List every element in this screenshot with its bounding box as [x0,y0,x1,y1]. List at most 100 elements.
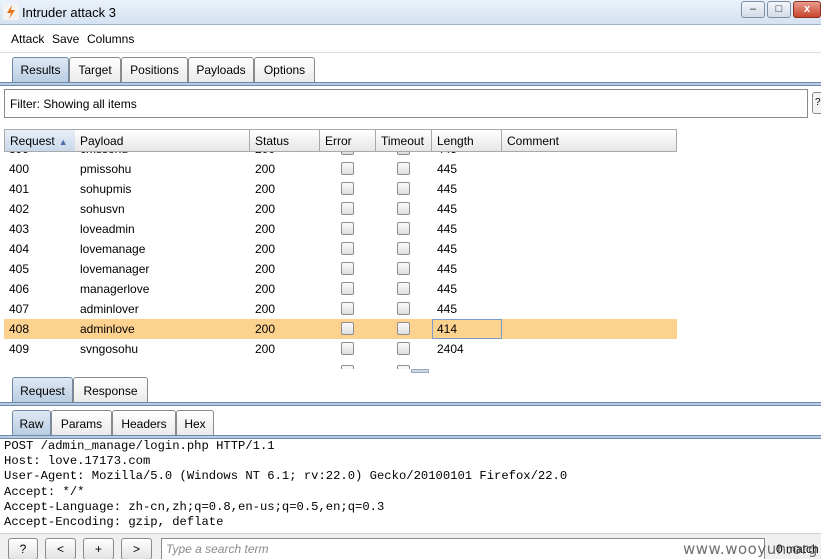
cell-status: 200 [255,322,276,336]
tab-raw[interactable]: Raw [12,410,51,436]
cell-status: 200 [255,222,276,236]
tab-divider [0,402,821,406]
timeout-checkbox [397,365,410,369]
table-row[interactable] [4,362,677,369]
timeout-checkbox [397,182,410,195]
table-row[interactable]: 401 sohupmis 200 445 [4,179,677,199]
maximize-button[interactable]: □ [767,1,791,18]
previous-match-button[interactable]: < [45,538,76,559]
tab-results[interactable]: Results [12,57,69,83]
error-checkbox [341,222,354,235]
cell-status: 200 [255,202,276,216]
cell-request: 407 [9,302,30,316]
cell-payload: svngosohu [80,342,139,356]
error-checkbox [341,282,354,295]
sort-ascending-icon: ▲ [58,137,68,147]
timeout-checkbox [397,322,410,335]
table-row[interactable]: 408 adminlove 200 414 [4,319,677,339]
cell-status: 200 [255,242,276,256]
cell-length: 445 [437,152,457,156]
column-header-error[interactable]: Error [320,129,376,152]
cell-payload: lovemanage [80,242,146,256]
cell-status: 200 [255,342,276,356]
cell-status: 200 [255,162,276,176]
cell-status: 200 [255,262,276,276]
table-scrollbar-thumb[interactable] [411,369,429,373]
cell-payload: sohupmis [80,182,132,196]
column-header-request[interactable]: Request ▲ [4,129,76,152]
cell-status: 200 [255,302,276,316]
error-checkbox [341,322,354,335]
column-header-comment[interactable]: Comment [502,129,677,152]
request-line: Accept-Encoding: gzip, deflate [4,515,224,530]
table-row[interactable]: 402 sohusvn 200 445 [4,199,677,219]
table-row[interactable]: 404 lovemanage 200 445 [4,239,677,259]
request-line: Accept-Language: zh-cn,zh;q=0.8,en-us;q=… [4,499,385,514]
cell-request: 400 [9,162,30,176]
cell-length: 445 [437,202,458,216]
error-checkbox [341,342,354,355]
tab-positions[interactable]: Positions [121,57,188,83]
timeout-checkbox [397,242,410,255]
error-checkbox [341,302,354,315]
error-checkbox [341,182,354,195]
filter-help-button[interactable]: ? [812,92,821,114]
tab-params[interactable]: Params [51,410,112,436]
cell-request: 401 [9,182,30,196]
cell-length: 2404 [437,342,464,356]
tab-options[interactable]: Options [254,57,315,83]
timeout-checkbox [397,262,410,275]
cell-status: 200 [255,282,276,296]
cell-length: 445 [437,222,458,236]
close-button[interactable]: x [793,1,821,18]
error-checkbox [341,242,354,255]
table-row[interactable]: 403 loveadmin 200 445 [4,219,677,239]
error-checkbox [341,262,354,275]
cell-length: 445 [437,242,458,256]
window-title: Intruder attack 3 [22,5,116,20]
timeout-checkbox [397,162,410,175]
tab-target[interactable]: Target [69,57,121,83]
menu-save[interactable]: Save [52,32,79,46]
column-header-payload[interactable]: Payload [75,129,250,152]
cell-length: 445 [437,262,458,276]
cell-payload: managerlove [80,282,150,296]
tab-payloads[interactable]: Payloads [188,57,254,83]
table-row[interactable]: 407 adminlover 200 445 [4,299,677,319]
tab-request[interactable]: Request [12,377,73,403]
cell-length: 445 [437,302,458,316]
table-row[interactable]: 409 svngosohu 200 2404 [4,339,677,359]
tab-headers[interactable]: Headers [112,410,176,436]
menu-columns[interactable]: Columns [87,32,134,46]
request-line: User-Agent: Mozilla/5.0 (Windows NT 6.1;… [4,469,568,484]
watermark: www.wooyun.org [683,540,819,558]
timeout-checkbox [397,222,410,235]
cell-payload: sohusvn [80,202,125,216]
tab-response[interactable]: Response [73,377,148,403]
tab-hex[interactable]: Hex [176,410,214,436]
request-editor[interactable]: POST /admin_manage/login.php HTTP/1.1 Ho… [4,439,821,533]
timeout-checkbox [397,202,410,215]
table-row[interactable]: 399 cmssohu 200 445 [4,152,677,159]
column-header-status[interactable]: Status [250,129,320,152]
search-input[interactable] [161,538,765,559]
table-row[interactable]: 400 pmissohu 200 445 [4,159,677,179]
minimize-button[interactable]: – [741,1,765,18]
cell-length: 414 [437,322,458,336]
column-header-length[interactable]: Length [432,129,502,152]
column-header-timeout[interactable]: Timeout [376,129,432,152]
menu-bar: Attack Save Columns [0,25,821,53]
cell-payload: lovemanager [80,262,150,276]
next-match-button[interactable]: > [121,538,152,559]
add-button[interactable]: + [83,538,114,559]
error-checkbox [341,365,354,369]
filter-bar[interactable]: Filter: Showing all items [4,89,808,118]
cell-request: 406 [9,282,30,296]
menu-attack[interactable]: Attack [11,32,44,46]
tab-divider [0,82,821,86]
table-row[interactable]: 406 managerlove 200 445 [4,279,677,299]
table-row[interactable]: 405 lovemanager 200 445 [4,259,677,279]
request-line: Accept: */* [4,484,85,499]
help-button[interactable]: ? [8,538,38,559]
timeout-checkbox [397,302,410,315]
